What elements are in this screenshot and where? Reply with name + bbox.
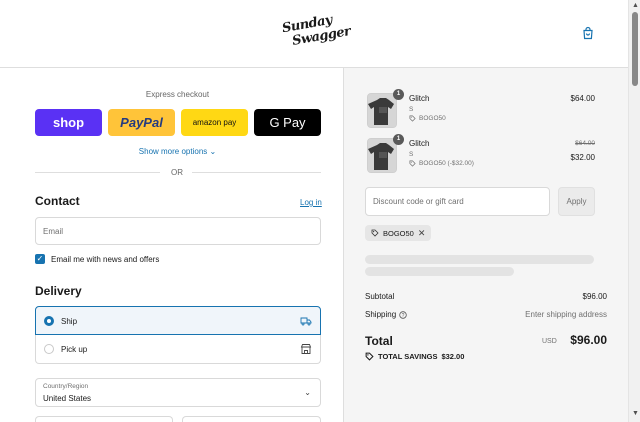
cart-item: 1 Glitch S BOGO50 (-$32.00) $64.00 $32.0…	[367, 134, 595, 174]
contact-title: Contact	[35, 194, 80, 208]
savings-value: $32.00	[441, 352, 465, 361]
tag-icon	[371, 229, 379, 237]
shop-pay-button[interactable]: shop	[35, 109, 102, 136]
close-icon[interactable]: ✕	[418, 228, 426, 239]
email-placeholder: Email	[43, 226, 64, 236]
store-logo[interactable]: Sunday Swagger	[276, 13, 352, 54]
scroll-up-arrow-icon[interactable]: ▲	[632, 2, 639, 9]
total-label: Total	[365, 334, 393, 348]
express-checkout-title: Express checkout	[145, 90, 210, 99]
log-in-link[interactable]: Log in	[300, 198, 322, 207]
truck-icon	[300, 317, 312, 326]
header: Sunday Swagger	[0, 0, 628, 68]
first-name-field[interactable]	[35, 416, 173, 422]
country-select[interactable]: Country/Region United States ⌄	[35, 378, 321, 407]
product-name: Glitch	[409, 139, 430, 148]
divider	[35, 172, 160, 173]
country-label: Country/Region	[43, 383, 89, 390]
pickup-option[interactable]: Pick up	[35, 335, 321, 364]
total-savings: TOTAL SAVINGS $32.00	[365, 352, 464, 361]
product-variant: S	[409, 151, 414, 158]
applied-discount-chip: BOGO50 ✕	[365, 225, 432, 241]
last-name-field[interactable]	[182, 416, 321, 422]
scroll-down-arrow-icon[interactable]: ▼	[632, 410, 639, 417]
currency-code: USD	[542, 338, 557, 345]
delivery-title: Delivery	[35, 284, 82, 298]
pickup-radio[interactable]	[44, 344, 54, 354]
store-icon	[300, 344, 312, 354]
loading-skeleton	[365, 267, 514, 276]
product-discount: BOGO50	[409, 115, 446, 122]
ship-label: Ship	[61, 317, 78, 326]
quantity-badge: 1	[393, 89, 404, 100]
scrollbar-thumb[interactable]	[632, 12, 638, 86]
shipping-value: Enter shipping address	[525, 310, 607, 319]
subtotal-value: $96.00	[582, 292, 607, 301]
product-image	[367, 138, 397, 173]
show-more-options-link[interactable]: Show more options ⌄	[0, 147, 355, 156]
shopping-bag-icon[interactable]	[581, 26, 595, 40]
product-name: Glitch	[409, 94, 430, 103]
shipping-row: Shipping ?	[365, 310, 407, 319]
newsletter-checkbox[interactable]: ✓	[35, 254, 45, 264]
product-price: $32.00	[570, 153, 595, 162]
newsletter-label: Email me with news and offers	[51, 255, 160, 264]
checkout-form: Express checkout shop PayPal amazon pay …	[0, 68, 343, 422]
product-discount-code: BOGO50 (-$32.00)	[419, 160, 474, 167]
amazon-pay-button[interactable]: amazon pay	[181, 109, 248, 136]
chevron-down-icon: ⌄	[209, 147, 217, 156]
help-icon[interactable]: ?	[399, 310, 407, 319]
email-field[interactable]: Email	[35, 217, 321, 245]
show-more-options-label: Show more options	[138, 147, 208, 156]
chevron-down-icon: ⌄	[304, 388, 311, 397]
original-price: $64.00	[575, 140, 595, 147]
apply-button[interactable]: Apply	[558, 187, 595, 216]
tshirt-image	[368, 94, 396, 127]
pickup-label: Pick up	[61, 345, 88, 354]
product-discount: BOGO50 (-$32.00)	[409, 160, 474, 167]
svg-text:?: ?	[402, 312, 405, 318]
page-scrollbar[interactable]: ▲ ▼	[628, 0, 640, 422]
tag-icon	[365, 352, 374, 361]
discount-code-input[interactable]: Discount code or gift card	[365, 187, 550, 216]
tag-icon	[409, 160, 416, 167]
google-pay-button[interactable]: G Pay	[254, 109, 321, 136]
quantity-badge: 1	[393, 134, 404, 145]
paypal-button[interactable]: PayPal	[108, 109, 175, 136]
loading-skeleton	[365, 255, 594, 264]
ship-option[interactable]: Ship	[35, 306, 321, 335]
savings-label: TOTAL SAVINGS	[378, 352, 438, 361]
product-discount-code: BOGO50	[419, 115, 446, 122]
product-variant: S	[409, 106, 414, 113]
or-separator: OR	[171, 168, 183, 177]
subtotal-label: Subtotal	[365, 292, 395, 301]
product-price: $64.00	[570, 94, 595, 103]
product-image	[367, 93, 397, 128]
country-value: United States	[43, 394, 92, 403]
applied-discount-code: BOGO50	[383, 228, 414, 238]
cart-item: 1 Glitch S BOGO50 $64.00	[367, 89, 595, 129]
tag-icon	[409, 115, 416, 122]
ship-radio[interactable]	[44, 316, 54, 326]
tshirt-image	[368, 139, 396, 172]
shipping-label: Shipping	[365, 310, 397, 319]
divider	[192, 172, 321, 173]
total-value: $96.00	[570, 333, 607, 347]
discount-placeholder: Discount code or gift card	[373, 197, 464, 206]
